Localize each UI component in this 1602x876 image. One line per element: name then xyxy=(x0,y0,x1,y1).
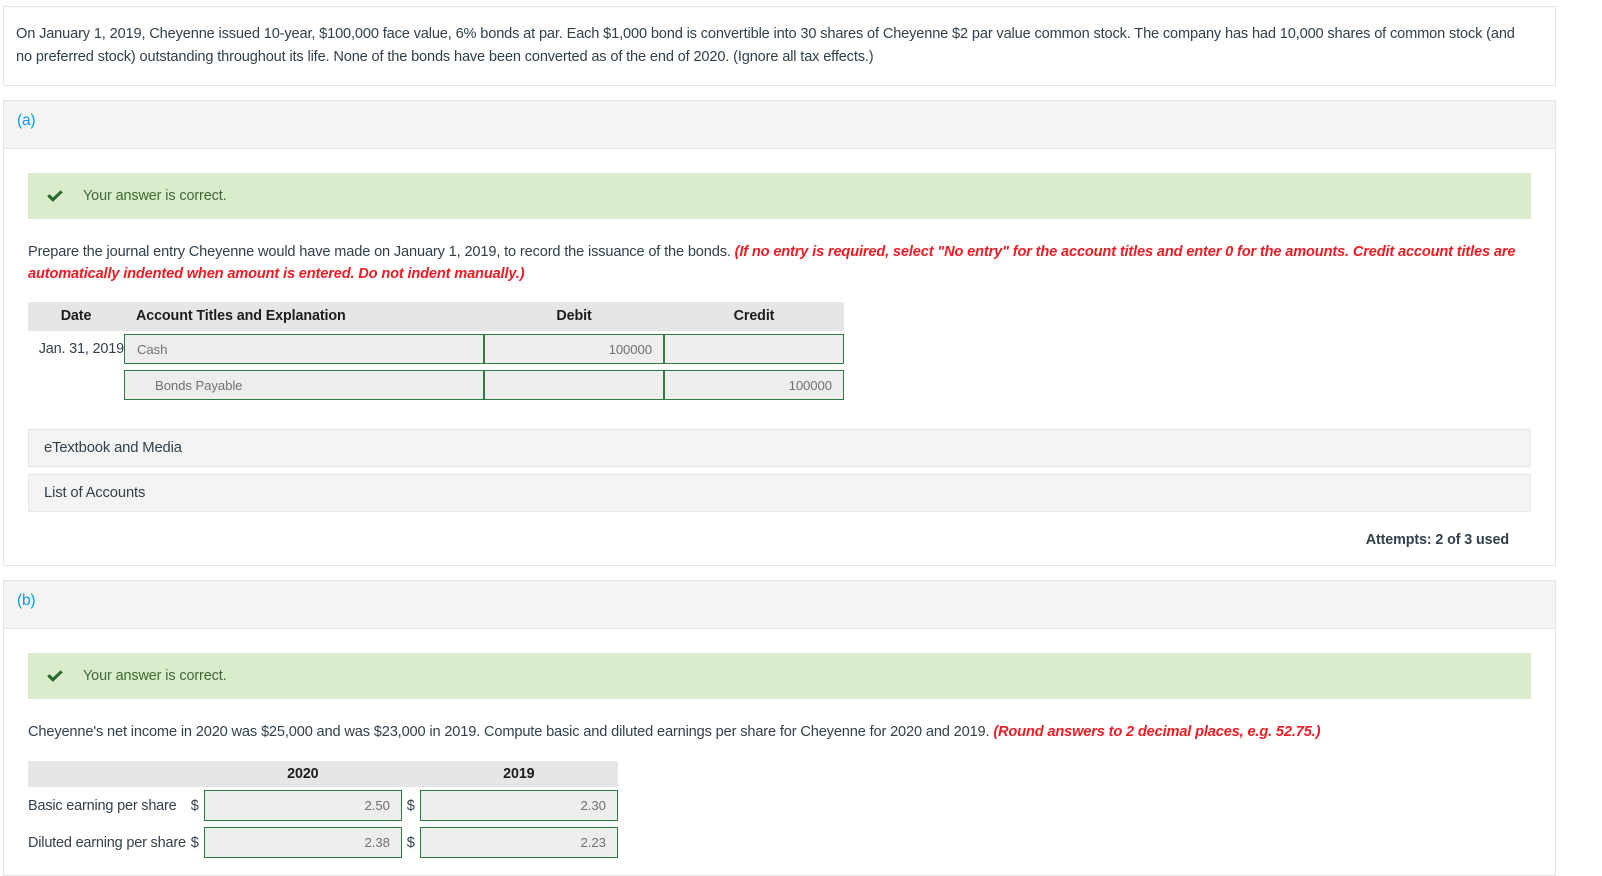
basic-eps-2019-input[interactable]: 2.30 xyxy=(419,790,618,821)
eps-table: 2020 2019 Basic earning per share $ 2.50… xyxy=(28,761,618,861)
section-b: (b) Your answer is correct. Cheyenne's n… xyxy=(3,580,1556,876)
journal-date-cell-0: Jan. 31, 2019 xyxy=(38,341,124,357)
eps-header-spacer xyxy=(401,761,420,787)
section-a-letter: (a) xyxy=(17,112,36,129)
journal-header-date: Date xyxy=(28,302,124,331)
eps-header-row: 2020 2019 xyxy=(28,761,618,787)
currency-symbol-2020-1: $ xyxy=(190,834,199,851)
basic-eps-2020-input[interactable]: 2.50 xyxy=(203,790,402,821)
eps-cell-2020-0: 2.50 xyxy=(203,787,402,824)
section-b-instructions: Cheyenne's net income in 2020 was $25,00… xyxy=(28,721,1531,743)
eps-header-2019: 2019 xyxy=(419,761,618,787)
journal-header-credit: Credit xyxy=(664,302,844,331)
section-a: (a) Your answer is correct. Prepare the … xyxy=(3,100,1556,566)
eps-cell-2019-1: 2.23 xyxy=(419,824,618,861)
table-row: Diluted earning per share $ 2.38 $ 2.23 xyxy=(28,824,618,861)
diluted-eps-2019-input[interactable]: 2.23 xyxy=(419,827,618,858)
debit-amount-input-1[interactable] xyxy=(484,370,664,400)
journal-credit-cell-1: 100000 xyxy=(664,367,844,403)
exercise-page: On January 1, 2019, Cheyenne issued 10-y… xyxy=(0,6,1602,876)
journal-header-account: Account Titles and Explanation xyxy=(124,302,484,331)
table-row: Bonds Payable 100000 xyxy=(28,367,844,403)
attempts-status: Attempts: 2 of 3 used xyxy=(1365,532,1509,548)
debit-amount-input-0[interactable]: 100000 xyxy=(484,334,664,364)
section-b-correct-banner: Your answer is correct. xyxy=(28,653,1531,699)
section-b-bottom-spacer xyxy=(4,861,1555,875)
journal-header-debit: Debit xyxy=(484,302,664,331)
currency-symbol-2020-0: $ xyxy=(190,797,199,814)
section-a-body: Your answer is correct. Prepare the jour… xyxy=(4,149,1555,565)
check-icon xyxy=(45,666,65,686)
eps-row-label-1: Diluted earning per share xyxy=(28,834,186,851)
list-of-accounts-label: List of Accounts xyxy=(44,485,146,501)
journal-debit-cell-0: 100000 xyxy=(484,331,664,367)
section-a-instructions-plain: Prepare the journal entry Cheyenne would… xyxy=(28,244,735,260)
credit-amount-input-0[interactable] xyxy=(664,334,844,364)
table-row: Jan. 31, 2019 Cash 100000 xyxy=(28,331,844,367)
section-b-instructions-plain: Cheyenne's net income in 2020 was $25,00… xyxy=(28,724,994,740)
journal-entry-table: Date Account Titles and Explanation Debi… xyxy=(28,302,844,403)
section-b-letter: (b) xyxy=(17,592,36,609)
section-b-banner-text: Your answer is correct. xyxy=(83,668,227,684)
list-of-accounts-bar[interactable]: List of Accounts xyxy=(28,474,1531,512)
check-icon xyxy=(45,186,65,206)
etextbook-and-media-bar[interactable]: eTextbook and Media xyxy=(28,429,1531,467)
journal-debit-cell-1 xyxy=(484,367,664,403)
section-a-banner-text: Your answer is correct. xyxy=(83,188,227,204)
problem-statement-text: On January 1, 2019, Cheyenne issued 10-y… xyxy=(16,26,1515,65)
section-a-correct-banner: Your answer is correct. xyxy=(28,173,1531,219)
account-title-input-0[interactable]: Cash xyxy=(124,334,484,364)
section-a-instructions: Prepare the journal entry Cheyenne would… xyxy=(28,241,1531,285)
section-b-header: (b) xyxy=(4,581,1555,629)
journal-date-cell-1 xyxy=(28,367,124,403)
eps-header-2020: 2020 xyxy=(203,761,402,787)
table-row: Basic earning per share $ 2.50 $ 2.30 xyxy=(28,787,618,824)
eps-cell-2020-1: 2.38 xyxy=(203,824,402,861)
currency-symbol-2019-0: $ xyxy=(406,797,415,814)
currency-symbol-2019-1: $ xyxy=(406,834,415,851)
section-b-body: Your answer is correct. Cheyenne's net i… xyxy=(4,629,1555,875)
journal-account-cell-1: Bonds Payable xyxy=(124,367,484,403)
account-title-input-1[interactable]: Bonds Payable xyxy=(124,370,484,400)
eps-row-label-0: Basic earning per share xyxy=(28,797,177,814)
etextbook-and-media-label: eTextbook and Media xyxy=(44,440,182,456)
diluted-eps-2020-input[interactable]: 2.38 xyxy=(203,827,402,858)
section-b-instructions-emphasis: (Round answers to 2 decimal places, e.g.… xyxy=(993,724,1321,740)
eps-cell-2019-0: 2.30 xyxy=(419,787,618,824)
problem-statement-card: On January 1, 2019, Cheyenne issued 10-y… xyxy=(3,6,1556,86)
eps-header-blank xyxy=(28,761,204,787)
credit-amount-input-1[interactable]: 100000 xyxy=(664,370,844,400)
section-a-header: (a) xyxy=(4,101,1555,149)
journal-credit-cell-0 xyxy=(664,331,844,367)
journal-account-cell-0: Cash xyxy=(124,331,484,367)
journal-header-row: Date Account Titles and Explanation Debi… xyxy=(28,302,844,331)
